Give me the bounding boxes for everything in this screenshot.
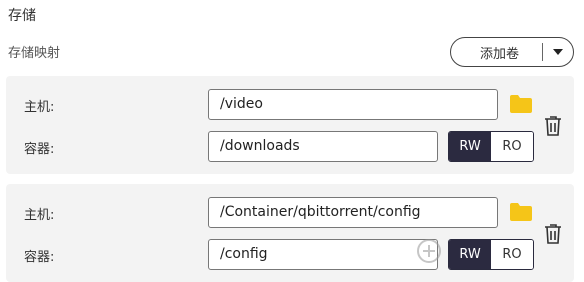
container-path-input[interactable]: /config <box>208 239 438 270</box>
host-path-input[interactable]: /Container/qbittorrent/config <box>208 197 498 228</box>
trash-icon[interactable] <box>544 116 562 140</box>
volume-mapping-card: 主机: /video 容器: /downloads RW RO <box>6 76 574 174</box>
volume-mapping-card: 主机: /Container/qbittorrent/config 容器: /c… <box>6 184 574 282</box>
ro-option[interactable]: RO <box>491 132 533 161</box>
access-mode-toggle: RW RO <box>448 239 534 270</box>
caret-down-icon[interactable] <box>543 49 573 55</box>
host-path-input[interactable]: /video <box>208 89 498 120</box>
container-label: 容器: <box>24 250 55 265</box>
add-volume-label: 添加卷 <box>479 46 519 62</box>
container-path-input[interactable]: /downloads <box>208 131 438 162</box>
host-label: 主机: <box>24 100 55 115</box>
storage-mapping-label: 存储映射 <box>8 46 61 61</box>
trash-icon[interactable] <box>544 224 562 248</box>
add-volume-button[interactable]: 添加卷 <box>450 37 574 67</box>
host-label: 主机: <box>24 208 55 223</box>
section-title: 存储 <box>8 8 36 24</box>
access-mode-toggle: RW RO <box>448 131 534 162</box>
folder-icon[interactable] <box>509 94 533 118</box>
folder-icon[interactable] <box>509 202 533 226</box>
rw-option[interactable]: RW <box>449 132 491 161</box>
rw-option[interactable]: RW <box>449 240 491 269</box>
container-label: 容器: <box>24 142 55 157</box>
watermark-logo <box>414 236 444 270</box>
ro-option[interactable]: RO <box>491 240 533 269</box>
